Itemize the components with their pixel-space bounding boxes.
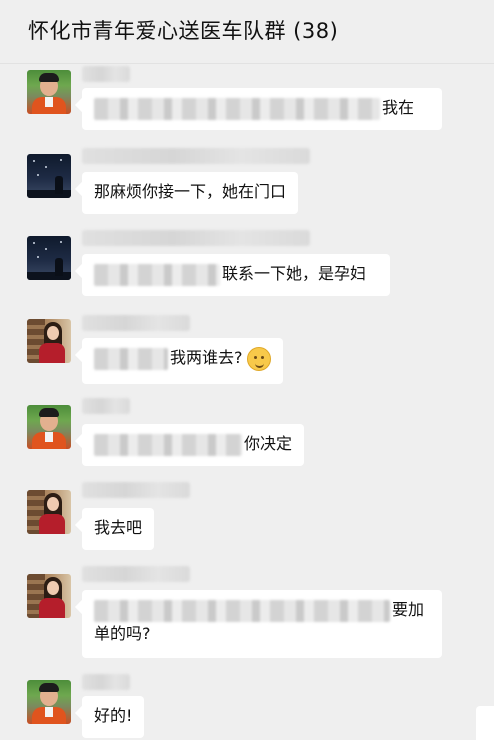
message-bubble[interactable]: 我两谁去? (82, 338, 283, 384)
sender-name-redacted (82, 674, 130, 690)
partial-message-bubble[interactable] (476, 706, 494, 740)
redacted-text (94, 347, 168, 370)
redacted-text (94, 433, 242, 456)
message-text: 我在 (382, 98, 415, 117)
message-text: 好的! (94, 706, 133, 725)
avatar-man[interactable] (27, 680, 71, 724)
sender-name-redacted (82, 398, 130, 414)
sender-name-redacted (82, 66, 130, 82)
sender-name-redacted (82, 148, 310, 164)
sender-name-redacted (82, 566, 190, 582)
thinking-face-icon (246, 346, 271, 371)
redacted-text (94, 97, 380, 120)
avatar-woman[interactable] (27, 574, 71, 618)
message-bubble[interactable]: 要加 单的吗? (82, 590, 442, 658)
message-text: 我去吧 (94, 518, 143, 537)
group-title[interactable]: 怀化市青年爱心送医车队群 (38) (28, 17, 338, 45)
message-bubble[interactable]: 我去吧 (82, 508, 155, 550)
message-bubble[interactable]: 那麻烦你接一下，她在门口 (82, 172, 299, 214)
sender-name-redacted (82, 482, 190, 498)
redacted-text (94, 263, 220, 286)
message-text: 我两谁去? (170, 348, 243, 367)
message-text: 那麻烦你接一下，她在门口 (94, 182, 287, 201)
avatar-night-sky[interactable] (27, 154, 71, 198)
message-bubble[interactable]: 你决定 (82, 424, 305, 466)
message-text: 联系一下她，是孕妇 (222, 264, 367, 283)
message-bubble[interactable]: 好的! (82, 696, 145, 738)
redacted-text (94, 599, 390, 622)
message-text: 你决定 (244, 434, 293, 453)
chat-header: 怀化市青年爱心送医车队群 (38) (0, 0, 494, 64)
message-text-line1: 要加 (392, 600, 425, 619)
message-bubble[interactable]: 我在 (82, 88, 442, 130)
avatar-man[interactable] (27, 70, 71, 114)
sender-name-redacted (82, 230, 310, 246)
avatar-night-sky[interactable] (27, 236, 71, 280)
message-text-line2: 单的吗? (94, 624, 151, 643)
avatar-woman[interactable] (27, 319, 71, 363)
message-bubble[interactable]: 联系一下她，是孕妇 (82, 254, 390, 296)
avatar-woman[interactable] (27, 490, 71, 534)
avatar-man[interactable] (27, 405, 71, 449)
sender-name-redacted (82, 315, 190, 331)
